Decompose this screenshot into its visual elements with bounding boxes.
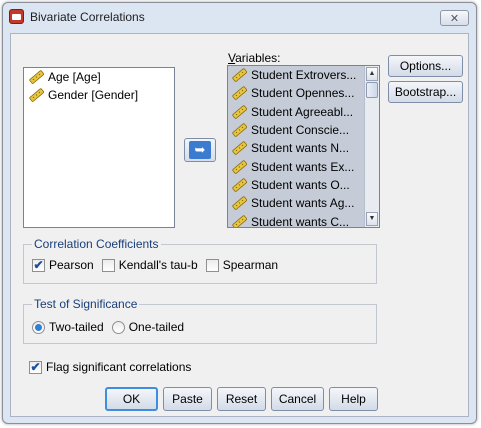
test-of-significance-title: Test of Significance <box>32 297 140 311</box>
scale-ruler-icon <box>232 105 247 119</box>
kendall-label[interactable]: Kendall's tau-b <box>119 258 198 272</box>
help-button[interactable]: Help <box>329 387 378 411</box>
scale-ruler-icon <box>232 123 247 137</box>
variable-label: Gender [Gender] <box>48 88 139 102</box>
help-label: Help <box>341 392 366 406</box>
flag-significant-label[interactable]: Flag significant correlations <box>46 360 191 374</box>
paste-button[interactable]: Paste <box>163 387 212 411</box>
scroll-down-icon[interactable]: ▼ <box>366 212 378 226</box>
list-item[interactable]: Student Extrovers... <box>228 66 379 84</box>
variable-label: Student Opennes... <box>251 86 355 101</box>
scroll-up-icon[interactable]: ▲ <box>366 67 378 81</box>
one-tailed-label[interactable]: One-tailed <box>129 320 184 334</box>
scale-ruler-icon <box>232 141 247 156</box>
variable-label: Student Conscie... <box>251 123 350 138</box>
two-tailed-radio[interactable] <box>32 320 45 334</box>
spearman-checkbox[interactable] <box>205 258 219 272</box>
list-item[interactable]: Student Agreeabl... <box>228 103 379 121</box>
scale-ruler-icon <box>232 178 247 192</box>
cancel-button[interactable]: Cancel <box>271 387 324 411</box>
correlation-coefficients-group: Correlation Coefficients ✔ Pearson Kenda… <box>23 237 377 284</box>
list-item[interactable]: Student wants O... <box>228 176 379 194</box>
paste-label: Paste <box>172 392 203 406</box>
variables-scrollbar[interactable]: ▲ ▼ <box>364 66 379 227</box>
coefficient-options: ✔ Pearson Kendall's tau-b Spearman <box>32 258 286 272</box>
scale-ruler-icon <box>232 86 247 101</box>
variable-label: Student wants N... <box>251 141 350 156</box>
list-item[interactable]: Age [Age] <box>24 68 174 86</box>
ok-button[interactable]: OK <box>105 387 158 411</box>
kendall-checkbox[interactable] <box>101 258 115 272</box>
list-item[interactable]: Student wants Ag... <box>228 194 379 212</box>
spss-app-icon <box>9 9 24 24</box>
one-tailed-radio[interactable] <box>111 320 125 334</box>
variable-label: Student Agreeabl... <box>251 104 354 119</box>
variable-label: Student wants C... <box>251 214 350 228</box>
pearson-checkbox[interactable]: ✔ <box>32 258 45 272</box>
spearman-label[interactable]: Spearman <box>223 258 278 272</box>
ok-label: OK <box>122 392 141 406</box>
list-item[interactable]: Gender [Gender] <box>24 86 174 104</box>
significance-options: Two-tailed One-tailed <box>32 320 192 334</box>
variable-label: Student wants Ex... <box>251 159 355 174</box>
flag-significant-checkbox[interactable]: ✔ <box>29 360 42 374</box>
reset-button[interactable]: Reset <box>217 387 266 411</box>
move-variables-button[interactable]: ➥ <box>184 138 216 162</box>
close-icon: ✕ <box>449 12 460 25</box>
scale-ruler-icon <box>29 70 44 84</box>
scale-ruler-icon <box>29 88 44 102</box>
source-variable-list[interactable]: Age [Age] Gender [Gender] <box>23 67 175 228</box>
options-label: Options... <box>399 59 452 73</box>
title-bar[interactable]: Bivariate Correlations ✕ <box>3 3 476 31</box>
dialog-body: Age [Age] Gender [Gender] ➥ Variables: S… <box>10 33 469 417</box>
list-item[interactable]: Student wants C... <box>228 212 379 228</box>
scale-ruler-icon <box>232 196 247 211</box>
scale-ruler-icon <box>232 159 247 174</box>
options-button[interactable]: Options... <box>388 55 463 77</box>
bivariate-correlations-dialog: Bivariate Correlations ✕ Age [Age] Gende… <box>2 2 477 424</box>
bootstrap-button[interactable]: Bootstrap... <box>388 81 463 103</box>
list-item[interactable]: Student Opennes... <box>228 84 379 102</box>
variable-label: Student wants O... <box>251 177 350 192</box>
variables-label: Variables: <box>228 51 281 65</box>
list-item[interactable]: Student wants N... <box>228 139 379 157</box>
scale-ruler-icon <box>232 68 247 82</box>
cancel-label: Cancel <box>278 392 317 406</box>
target-variable-list[interactable]: Student Extrovers... Student Opennes... St… <box>227 65 380 228</box>
reset-label: Reset <box>225 392 258 406</box>
dialog-title: Bivariate Correlations <box>30 10 145 24</box>
pearson-label[interactable]: Pearson <box>49 258 94 272</box>
flag-significant-row: ✔ Flag significant correlations <box>29 360 191 374</box>
close-button[interactable]: ✕ <box>440 10 469 26</box>
list-item[interactable]: Student wants Ex... <box>228 157 379 175</box>
list-item[interactable]: Student Conscie... <box>228 121 379 139</box>
scroll-thumb[interactable] <box>366 82 378 98</box>
arrow-left-icon: ➥ <box>189 141 211 159</box>
variable-label: Age [Age] <box>48 70 101 84</box>
test-of-significance-group: Test of Significance Two-tailed One-tail… <box>23 297 377 344</box>
two-tailed-label[interactable]: Two-tailed <box>49 320 104 334</box>
scale-ruler-icon <box>232 214 247 227</box>
variable-label: Student Extrovers... <box>251 68 357 83</box>
variable-label: Student wants Ag... <box>251 196 355 211</box>
bootstrap-label: Bootstrap... <box>394 85 457 99</box>
correlation-coefficients-title: Correlation Coefficients <box>32 237 161 251</box>
